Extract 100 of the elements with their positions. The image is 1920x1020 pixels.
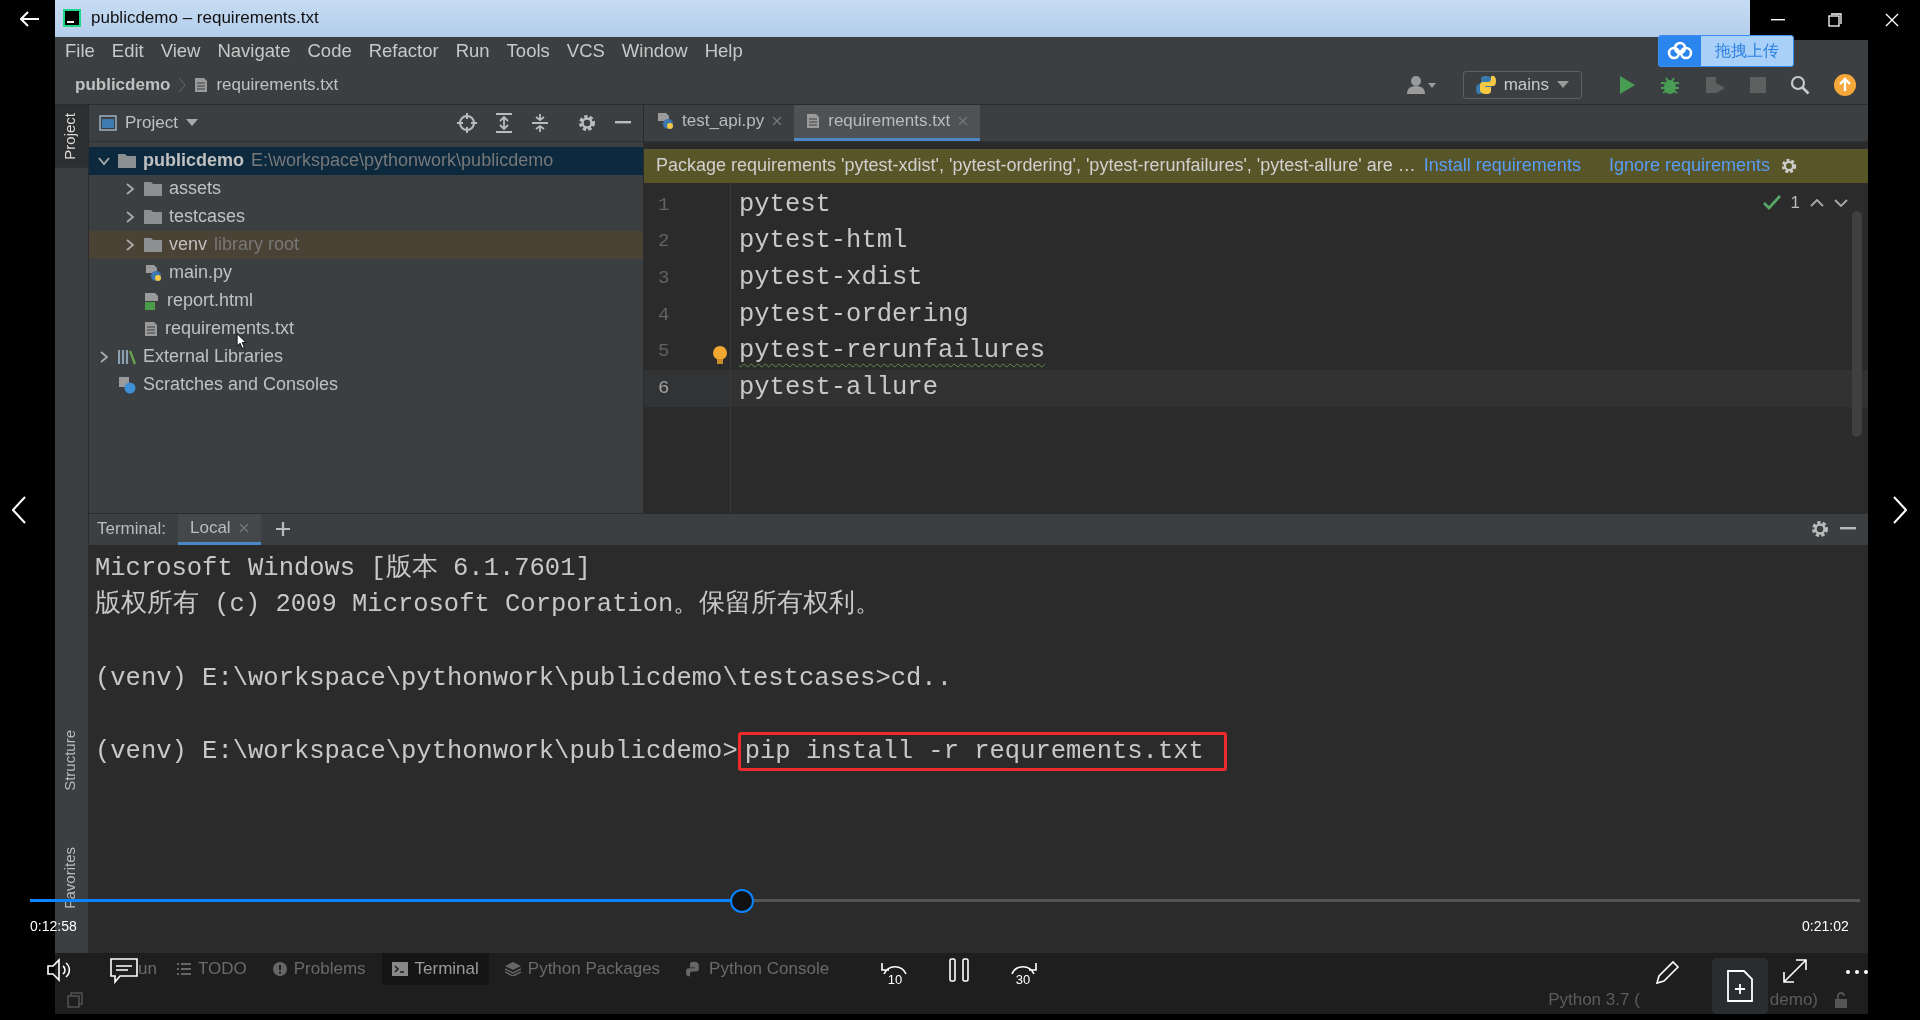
line-number: 3 bbox=[657, 266, 671, 292]
menu-item[interactable]: Window bbox=[621, 40, 688, 63]
list-icon bbox=[176, 963, 191, 976]
lightbulb-icon[interactable] bbox=[712, 345, 728, 366]
elapsed-time: 0:12:58 bbox=[30, 918, 77, 934]
tool-window-tab[interactable]: un bbox=[138, 953, 161, 986]
breadcrumb-item[interactable]: publicdemo bbox=[75, 74, 171, 95]
code-line: pytest-ordering bbox=[739, 299, 969, 329]
forward-icon[interactable] bbox=[1008, 960, 1038, 976]
subtitles-icon[interactable] bbox=[110, 958, 138, 984]
terminal-command: pip install -r requrements.txt bbox=[737, 732, 1227, 772]
line-number: 4 bbox=[657, 302, 671, 328]
tree-row[interactable]: testcases bbox=[89, 202, 643, 231]
add-file-button[interactable] bbox=[1712, 958, 1768, 1014]
caret-up-icon[interactable] bbox=[1810, 197, 1824, 208]
caret-down-icon[interactable] bbox=[1834, 197, 1848, 208]
tool-window-tab[interactable]: Problems bbox=[262, 953, 376, 986]
inspection-count[interactable]: 1 bbox=[1790, 192, 1800, 213]
menu-item[interactable]: Run bbox=[455, 40, 490, 63]
text-file-icon bbox=[806, 113, 821, 130]
tree-item-label: Scratches and Consoles bbox=[143, 374, 339, 396]
window-title: publicdemo – requirements.txt bbox=[91, 8, 319, 29]
add-file-icon bbox=[1727, 970, 1753, 1002]
fullscreen-icon[interactable] bbox=[1782, 958, 1808, 984]
line-number: 5 bbox=[644, 333, 730, 371]
menu-item[interactable]: VCS bbox=[566, 40, 605, 63]
tool-window-tab[interactable]: Project bbox=[55, 104, 88, 168]
menu-item[interactable]: Edit bbox=[111, 40, 144, 63]
terminal-output: 版权所有 (c) 2009 Microsoft Corporation。保留所有权利。 bbox=[95, 590, 882, 620]
line-number: 6 bbox=[644, 370, 730, 407]
tree-row[interactable]: requirements.txt bbox=[89, 314, 643, 343]
tree-item-label: venv bbox=[169, 234, 208, 256]
app-icon bbox=[63, 9, 81, 28]
tool-window-tab[interactable]: Structure bbox=[55, 722, 88, 800]
python-file-icon bbox=[656, 112, 674, 131]
run-icon[interactable] bbox=[1618, 74, 1636, 95]
add-icon[interactable] bbox=[274, 521, 291, 538]
code-line: pytest-allure bbox=[739, 373, 938, 403]
back-arrow-icon[interactable] bbox=[20, 11, 40, 27]
restore-icon[interactable] bbox=[1828, 13, 1842, 27]
rewind-icon[interactable] bbox=[880, 960, 910, 976]
dropdown-arrow-icon bbox=[1557, 80, 1569, 89]
code-line: pytest-rerunfailures bbox=[739, 336, 1046, 366]
chevron-icon bbox=[178, 76, 187, 93]
editor-tab[interactable]: requirements.txt bbox=[794, 104, 981, 141]
tool-window-tab[interactable]: Python Packages bbox=[494, 953, 671, 986]
tree-row[interactable]: publicdemo E:\workspace\pythonwork\publicdemo bbox=[89, 146, 643, 175]
tool-window-tab[interactable]: Favorites bbox=[55, 839, 88, 917]
settings-icon[interactable] bbox=[577, 112, 597, 133]
pen-icon[interactable] bbox=[1654, 958, 1682, 986]
tool-window-tab[interactable]: Terminal bbox=[381, 953, 489, 986]
tree-row[interactable]: venv library root bbox=[89, 230, 643, 259]
menu-item[interactable]: Help bbox=[704, 40, 743, 63]
text-file-icon bbox=[144, 320, 158, 337]
tree-row[interactable]: assets bbox=[89, 174, 643, 203]
tool-window-tab[interactable]: Python Console bbox=[676, 953, 840, 986]
tool-window-tab[interactable]: TODO bbox=[166, 953, 257, 986]
menu-item[interactable]: View bbox=[160, 40, 201, 63]
menu-item[interactable]: Navigate bbox=[217, 40, 291, 63]
folder-path: E:\workspace\pythonwork\publicdemo bbox=[251, 150, 554, 172]
search-icon[interactable] bbox=[1790, 74, 1810, 95]
user-icon[interactable] bbox=[1406, 74, 1437, 95]
menu-item[interactable]: File bbox=[65, 40, 95, 63]
expand-all-icon[interactable] bbox=[495, 112, 513, 133]
settings-icon[interactable] bbox=[1810, 519, 1830, 540]
tree-row[interactable]: main.py bbox=[89, 258, 643, 287]
pause-icon[interactable] bbox=[948, 958, 972, 982]
tree-row[interactable]: Scratches and Consoles bbox=[89, 370, 643, 399]
menu-item[interactable]: Refactor bbox=[368, 40, 439, 63]
dropdown-arrow-icon[interactable] bbox=[185, 118, 198, 127]
terminal-label: Terminal: bbox=[97, 519, 166, 540]
text-file-icon bbox=[194, 76, 209, 93]
terminal-session-tab[interactable]: Local bbox=[177, 513, 261, 545]
scratches-icon bbox=[118, 375, 136, 394]
more-icon[interactable] bbox=[1845, 969, 1869, 975]
window-icon bbox=[99, 114, 117, 131]
editor-tab[interactable]: test_api.py bbox=[644, 104, 795, 141]
folder-hint: library root bbox=[214, 234, 300, 256]
tree-item-label: requirements.txt bbox=[165, 318, 295, 340]
python-icon bbox=[1475, 74, 1496, 95]
tree-row[interactable]: External Libraries bbox=[89, 342, 643, 371]
tree-item-label: assets bbox=[169, 178, 222, 200]
tree-row[interactable]: report.html bbox=[89, 286, 643, 315]
panel-title[interactable]: Project bbox=[125, 112, 178, 133]
update-icon[interactable] bbox=[1834, 73, 1856, 96]
menu-item[interactable]: Code bbox=[307, 40, 352, 63]
breadcrumb-item[interactable]: requirements.txt bbox=[216, 74, 339, 95]
folder-icon bbox=[144, 209, 162, 224]
close-icon bbox=[238, 522, 249, 533]
library-icon bbox=[118, 348, 136, 365]
terminal-icon bbox=[391, 962, 408, 977]
check-icon[interactable] bbox=[1762, 194, 1781, 211]
menu-item[interactable]: Tools bbox=[506, 40, 550, 63]
minimize-icon[interactable] bbox=[1771, 19, 1786, 21]
html-file-icon bbox=[144, 291, 160, 310]
run-configuration-dropdown[interactable]: mains bbox=[1462, 70, 1582, 99]
settings-icon[interactable] bbox=[1780, 156, 1798, 175]
code-line: pytest-html bbox=[739, 226, 908, 256]
collapse-all-icon[interactable] bbox=[531, 112, 549, 133]
crosshair-icon[interactable] bbox=[457, 112, 477, 133]
